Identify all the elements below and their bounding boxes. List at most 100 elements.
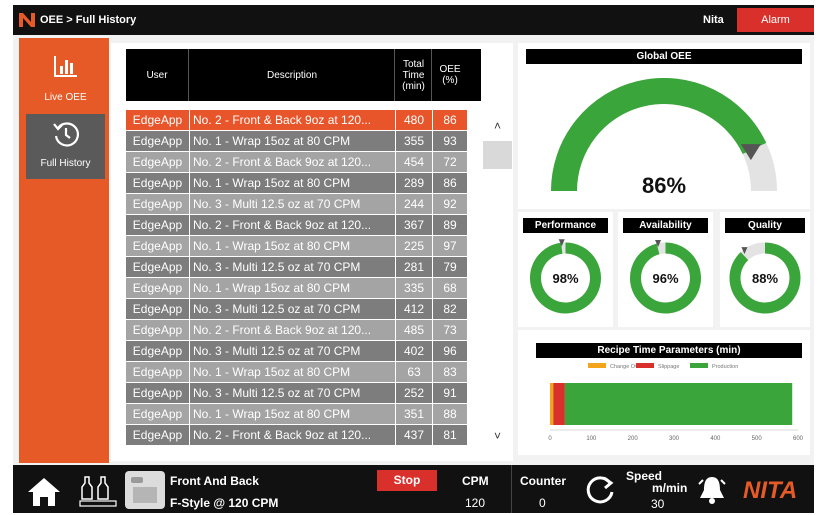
quality-panel: Quality 88% — [720, 212, 810, 327]
side-nav: Live OEE Full History — [19, 38, 109, 463]
reset-counter-icon[interactable] — [584, 474, 616, 506]
cell-description: No. 3 - Multi 12.5 oz at 70 CPM — [190, 383, 395, 403]
counter-value: 0 — [539, 496, 546, 510]
cell-oee: 97 — [433, 236, 467, 256]
recipe-time-chart: Change Over Slippage Production0 100 200 300 4… — [548, 363, 804, 442]
cell-total: 351 — [396, 404, 432, 424]
quality-value: 88% — [751, 271, 779, 286]
cell-description: No. 3 - Multi 12.5 oz at 70 CPM — [190, 257, 395, 277]
cell-oee: 83 — [433, 362, 467, 382]
table-row[interactable]: EdgeApp No. 1 - Wrap 15oz at 80 CPM 351 88 — [126, 404, 481, 424]
cell-description: No. 2 - Front & Back 9oz at 120... — [190, 152, 395, 172]
stop-button[interactable]: Stop — [377, 470, 437, 491]
cell-user: EdgeApp — [126, 341, 189, 361]
cell-user: EdgeApp — [126, 320, 189, 340]
table-scrollbar[interactable]: ˄ ˅ — [483, 109, 512, 457]
hmi-screen: OEE > Full History Nita Alarm Live OEE F… — [13, 5, 814, 513]
x-tick-label: 300 — [669, 436, 680, 442]
cell-total: 63 — [396, 362, 432, 382]
table-row[interactable]: EdgeApp No. 2 - Front & Back 9oz at 120..… — [126, 110, 481, 130]
cell-total: 412 — [396, 299, 432, 319]
cell-user: EdgeApp — [126, 173, 189, 193]
table-row[interactable]: EdgeApp No. 1 - Wrap 15oz at 80 CPM 225 97 — [126, 236, 481, 256]
cell-user: EdgeApp — [126, 299, 189, 319]
table-row[interactable]: EdgeApp No. 3 - Multi 12.5 oz at 70 CPM 24… — [126, 194, 481, 214]
table-row[interactable]: EdgeApp No. 2 - Front & Back 9oz at 120..… — [126, 425, 481, 445]
cell-description: No. 2 - Front & Back 9oz at 120... — [190, 320, 395, 340]
table-row[interactable]: EdgeApp No. 2 - Front & Back 9oz at 120..… — [126, 215, 481, 235]
column-header-user[interactable]: User — [126, 49, 189, 101]
cell-description: No. 3 - Multi 12.5 oz at 70 CPM — [190, 194, 395, 214]
cell-user: EdgeApp — [126, 383, 189, 403]
cell-total: 289 — [396, 173, 432, 193]
legend-label: Slippage — [658, 364, 679, 370]
x-tick-label: 200 — [628, 436, 639, 442]
availability-value: 96% — [652, 271, 679, 286]
cell-description: No. 2 - Front & Back 9oz at 120... — [190, 215, 395, 235]
cell-total: 367 — [396, 215, 432, 235]
cell-description: No. 3 - Multi 12.5 oz at 70 CPM — [190, 299, 395, 319]
cell-total: 355 — [396, 131, 432, 151]
history-table: User Description Total Time (min) OEE (%… — [111, 43, 513, 461]
table-row[interactable]: EdgeApp No. 3 - Multi 12.5 oz at 70 CPM 28… — [126, 257, 481, 277]
x-tick-label: 600 — [793, 436, 804, 442]
performance-title: Performance — [523, 218, 608, 233]
table-row[interactable]: EdgeApp No. 2 - Front & Back 9oz at 120..… — [126, 320, 481, 340]
table-row[interactable]: EdgeApp No. 3 - Multi 12.5 oz at 70 CPM 41… — [126, 299, 481, 319]
legend-swatch — [690, 363, 708, 368]
table-row[interactable]: EdgeApp No. 3 - Multi 12.5 oz at 70 CPM 40… — [126, 341, 481, 361]
scroll-up-icon[interactable]: ˄ — [483, 119, 512, 133]
cell-oee: 73 — [433, 320, 467, 340]
breadcrumb: OEE > Full History — [40, 14, 137, 26]
cell-oee: 86 — [433, 173, 467, 193]
cell-user: EdgeApp — [126, 194, 189, 214]
cell-total: 437 — [396, 425, 432, 445]
bottles-icon[interactable] — [79, 475, 117, 507]
cell-description: No. 1 - Wrap 15oz at 80 CPM — [190, 173, 395, 193]
recipe-format: F-Style @ 120 CPM — [170, 496, 279, 510]
cpm-label: CPM — [462, 474, 489, 488]
cell-user: EdgeApp — [126, 110, 189, 130]
nav-full-history-label: Full History — [40, 158, 91, 169]
nita-logo-icon — [19, 13, 35, 27]
cell-oee: 79 — [433, 257, 467, 277]
cell-total: 485 — [396, 320, 432, 340]
performance-panel: Performance 98% — [518, 212, 613, 327]
global-oee-value: 86% — [641, 173, 687, 198]
cell-user: EdgeApp — [126, 404, 189, 424]
scroll-down-icon[interactable]: ˅ — [483, 429, 512, 443]
column-header-total-time[interactable]: Total Time (min) — [396, 49, 432, 101]
nav-full-history[interactable]: Full History — [26, 114, 105, 179]
alarm-button[interactable]: Alarm — [737, 8, 814, 32]
cell-description: No. 3 - Multi 12.5 oz at 70 CPM — [190, 341, 395, 361]
column-header-description[interactable]: Description — [190, 49, 395, 101]
table-row[interactable]: EdgeApp No. 3 - Multi 12.5 oz at 70 CPM 25… — [126, 383, 481, 403]
divider — [511, 465, 512, 513]
table-row[interactable]: EdgeApp No. 1 - Wrap 15oz at 80 CPM 335 68 — [126, 278, 481, 298]
cell-oee: 92 — [433, 194, 467, 214]
table-row[interactable]: EdgeApp No. 1 - Wrap 15oz at 80 CPM 355 93 — [126, 131, 481, 151]
table-row[interactable]: EdgeApp No. 1 - Wrap 15oz at 80 CPM 289 86 — [126, 173, 481, 193]
counter-label: Counter — [520, 474, 566, 488]
scrollbar-thumb[interactable] — [483, 141, 512, 169]
cell-description: No. 1 - Wrap 15oz at 80 CPM — [190, 404, 395, 424]
current-user[interactable]: Nita — [703, 14, 724, 26]
cell-oee: 93 — [433, 131, 467, 151]
bar-chart-icon — [54, 56, 77, 77]
cell-total: 252 — [396, 383, 432, 403]
x-tick-label: 400 — [710, 436, 721, 442]
column-header-oee[interactable]: OEE (%) — [433, 49, 467, 101]
bell-icon[interactable] — [697, 474, 727, 506]
x-tick-label: 100 — [586, 436, 597, 442]
cell-oee: 88 — [433, 404, 467, 424]
cell-user: EdgeApp — [126, 131, 189, 151]
table-row[interactable]: EdgeApp No. 2 - Front & Back 9oz at 120..… — [126, 152, 481, 172]
home-icon[interactable] — [27, 477, 61, 507]
cell-oee: 96 — [433, 341, 467, 361]
legend-label: Production — [712, 364, 738, 370]
nav-live-oee[interactable]: Live OEE — [26, 46, 105, 111]
cell-user: EdgeApp — [126, 362, 189, 382]
table-row[interactable]: EdgeApp No. 1 - Wrap 15oz at 80 CPM 63 83 — [126, 362, 481, 382]
cell-user: EdgeApp — [126, 278, 189, 298]
cell-description: No. 1 - Wrap 15oz at 80 CPM — [190, 362, 395, 382]
